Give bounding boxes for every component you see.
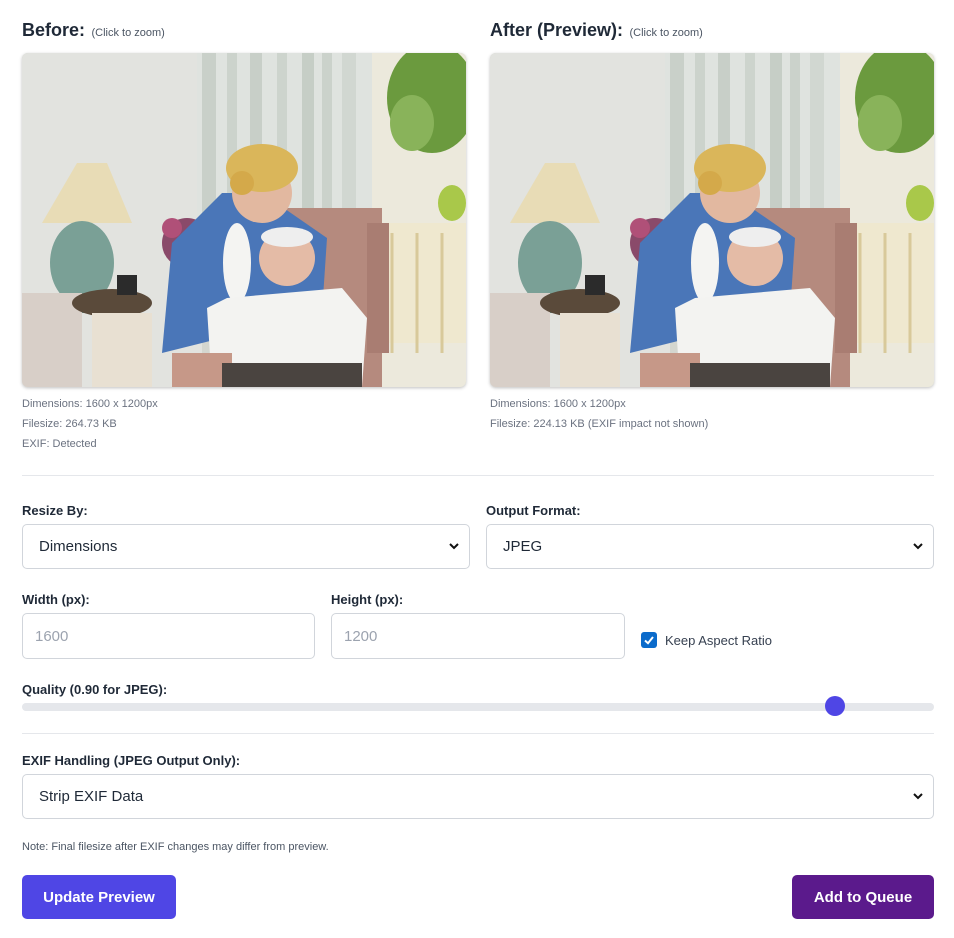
- width-placeholder: 1600: [35, 627, 69, 645]
- after-zoom-hint: (Click to zoom): [629, 27, 703, 39]
- width-label: Width (px):: [22, 592, 90, 607]
- resize-by-label: Resize By:: [22, 503, 88, 518]
- after-title: After (Preview): (Click to zoom): [490, 20, 703, 41]
- chevron-down-icon: [913, 543, 923, 550]
- before-zoom-hint: (Click to zoom): [91, 27, 165, 39]
- divider: [22, 475, 934, 476]
- before-image[interactable]: [22, 53, 466, 387]
- quality-slider-track[interactable]: [22, 703, 934, 711]
- output-format-label: Output Format:: [486, 503, 581, 518]
- output-format-value: JPEG: [503, 538, 543, 555]
- keep-aspect-ratio-label[interactable]: Keep Aspect Ratio: [665, 633, 772, 648]
- checkmark-icon: [644, 636, 654, 645]
- before-title-text: Before:: [22, 20, 86, 40]
- exif-handling-select[interactable]: Strip EXIF Data: [22, 774, 934, 819]
- divider: [22, 733, 934, 734]
- add-to-queue-button[interactable]: Add to Queue: [792, 875, 934, 919]
- exif-handling-label: EXIF Handling (JPEG Output Only):: [22, 753, 241, 768]
- update-preview-button[interactable]: Update Preview: [22, 875, 176, 919]
- height-placeholder: 1200: [344, 627, 378, 645]
- width-input[interactable]: 1600: [22, 613, 315, 659]
- quality-label: Quality (0.90 for JPEG):: [22, 682, 168, 697]
- output-format-select[interactable]: JPEG: [486, 524, 934, 569]
- before-exif: EXIF: Detected: [22, 438, 97, 450]
- before-photo-graphic: [22, 53, 466, 387]
- height-input[interactable]: 1200: [331, 613, 625, 659]
- after-title-text: After (Preview):: [490, 20, 624, 40]
- quality-slider-thumb[interactable]: [824, 696, 845, 716]
- before-dimensions: Dimensions: 1600 x 1200px: [22, 398, 158, 410]
- before-title: Before: (Click to zoom): [22, 20, 165, 41]
- chevron-down-icon: [913, 793, 923, 800]
- keep-aspect-ratio-checkbox[interactable]: [641, 632, 657, 648]
- resize-by-value: Dimensions: [39, 538, 118, 555]
- height-label: Height (px):: [331, 592, 404, 607]
- after-photo-graphic: [490, 53, 934, 387]
- exif-handling-value: Strip EXIF Data: [39, 788, 144, 805]
- after-image[interactable]: [490, 53, 934, 387]
- after-filesize: Filesize: 224.13 KB (EXIF impact not sho…: [490, 418, 709, 430]
- before-filesize: Filesize: 264.73 KB: [22, 418, 117, 430]
- after-dimensions: Dimensions: 1600 x 1200px: [490, 398, 626, 410]
- chevron-down-icon: [449, 543, 459, 550]
- resize-by-select[interactable]: Dimensions: [22, 524, 470, 569]
- filesize-note: Note: Final filesize after EXIF changes …: [22, 841, 329, 853]
